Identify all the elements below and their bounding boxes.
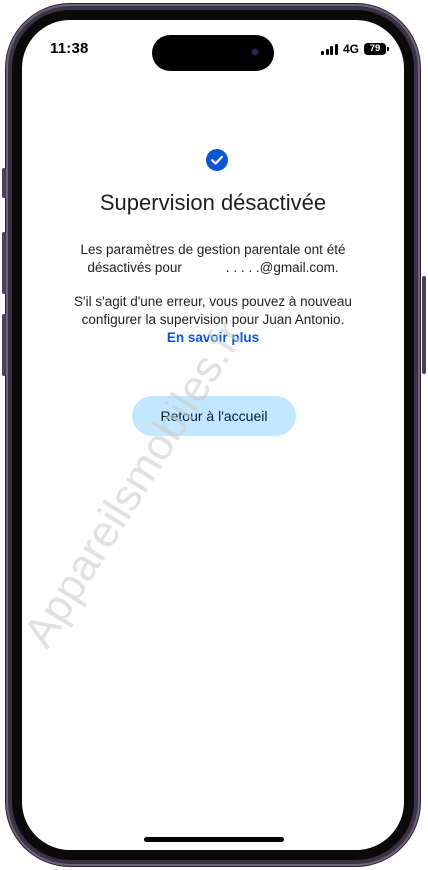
error-help-line1: S'il s'agit d'une erreur, vous pouvez à … — [74, 294, 352, 309]
status-message-prefix: désactivés pour — [87, 260, 182, 275]
battery-icon: 79 — [364, 43, 389, 55]
screen: 11:38 4G 79 Supervision désactivée Les p… — [22, 20, 404, 850]
status-message-line1: Les paramètres de gestion parentale ont … — [80, 242, 346, 257]
status-message-line2: désactivés pour . . . . .@gmail.com. — [52, 259, 374, 277]
phone-bezel: 11:38 4G 79 Supervision désactivée Les p… — [12, 10, 414, 860]
battery-level: 79 — [369, 43, 381, 54]
action-button — [2, 168, 6, 198]
camera-icon — [252, 49, 258, 55]
learn-more-link[interactable]: En savoir plus — [167, 330, 259, 345]
check-circle-icon — [206, 149, 228, 171]
error-help-message: S'il s'agit d'une erreur, vous pouvez à … — [52, 293, 374, 347]
status-message: Les paramètres de gestion parentale ont … — [52, 241, 374, 277]
masked-email: . . . . .@gmail.com. — [225, 260, 339, 275]
volume-up-button — [2, 232, 6, 294]
power-button — [422, 276, 426, 374]
error-help-line2: configurer la supervision pour Juan Anto… — [81, 312, 345, 327]
back-to-home-button[interactable]: Retour à l'accueil — [132, 396, 296, 436]
signal-icon — [321, 43, 338, 55]
page-title: Supervision désactivée — [99, 190, 327, 215]
volume-down-button — [2, 314, 6, 376]
status-time: 11:38 — [50, 40, 89, 57]
dynamic-island — [152, 35, 274, 71]
page: 11:38 4G 79 Supervision désactivée Les p… — [0, 0, 428, 870]
status-indicators: 4G 79 — [321, 42, 389, 56]
network-type: 4G — [342, 42, 359, 56]
phone-frame: 11:38 4G 79 Supervision désactivée Les p… — [6, 4, 420, 866]
home-indicator[interactable] — [144, 837, 284, 842]
